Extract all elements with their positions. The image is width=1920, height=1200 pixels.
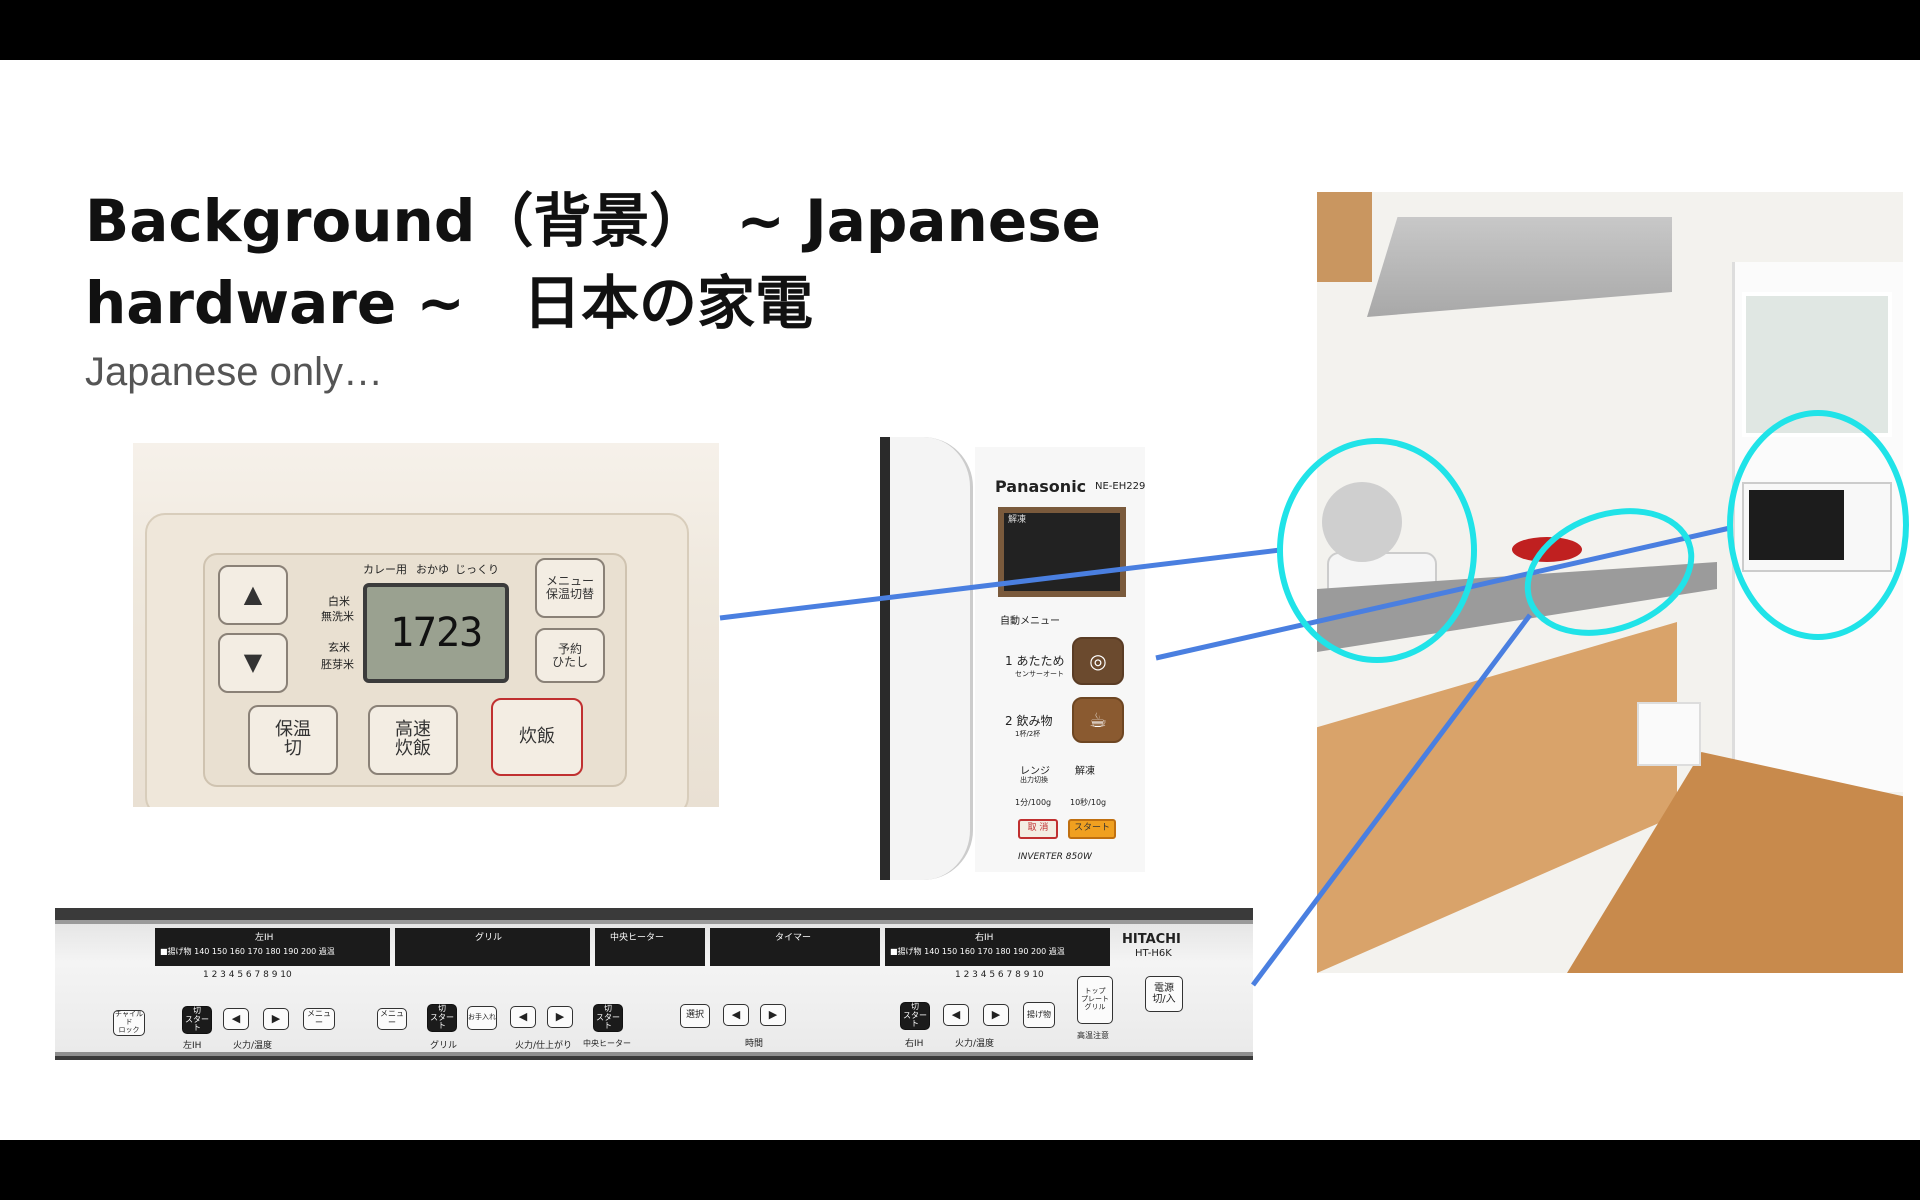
connector-stove	[1250, 613, 1533, 987]
highlight-microwave	[1727, 410, 1909, 640]
connector-rice	[719, 547, 1281, 621]
highlight-rice-cooker	[1277, 438, 1477, 663]
slide: Background（背景） ~ Japanese hardware ~ 日本の…	[0, 60, 1920, 1140]
